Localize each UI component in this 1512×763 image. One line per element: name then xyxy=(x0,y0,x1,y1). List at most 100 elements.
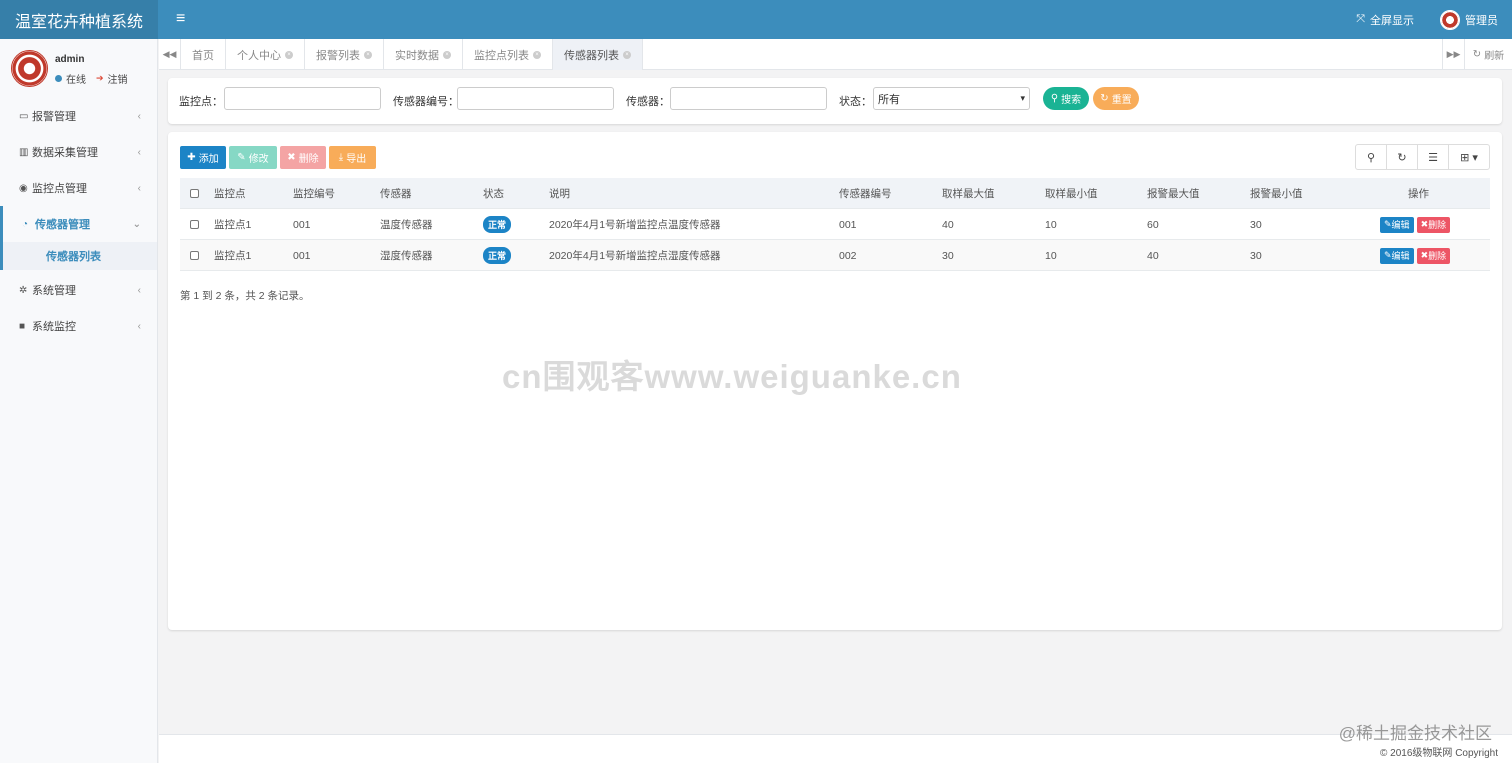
sidebar-item-label: 系统监控 xyxy=(32,321,76,333)
close-icon[interactable]: × xyxy=(533,50,541,59)
row-checkbox[interactable] xyxy=(190,220,199,229)
user-panel: admin 在线 ➔ 注销 xyxy=(0,39,157,97)
table-tools: ⚲ ↻ ☰ ⊞ ▾ xyxy=(1355,144,1490,170)
cell-sensor-no: 001 xyxy=(839,218,857,231)
brand-title: 温室花卉种植系统 xyxy=(0,0,158,39)
close-icon[interactable]: × xyxy=(364,50,372,59)
sidebar-item-monitor-point[interactable]: ◉ 监控点管理 ‹ xyxy=(0,170,157,206)
sidebar-item-label: 数据采集管理 xyxy=(32,147,98,159)
tab-scroll-right-icon[interactable]: ▶▶ xyxy=(1442,39,1464,70)
column-header: 状态 xyxy=(483,188,504,200)
sensor-label: 传感器： xyxy=(626,96,670,108)
chevron-left-icon: ‹ xyxy=(137,284,141,296)
select-all-checkbox[interactable] xyxy=(190,189,199,198)
sidebar-subitem-sensor-list[interactable]: 传感器列表 xyxy=(0,242,157,270)
close-icon[interactable]: × xyxy=(443,50,451,59)
sidebar-item-alarm[interactable]: ▭ 报警管理 ‹ xyxy=(0,98,157,134)
sidebar-item-sensor[interactable]: ◔ 传感器管理 ⌄ xyxy=(0,206,157,242)
toggle-view-icon[interactable]: ☰ xyxy=(1418,145,1449,169)
user-name: admin xyxy=(55,54,85,65)
search-icon: ⚲ xyxy=(1050,93,1059,104)
search-panel: 监控点： 传感器编号： 传感器： 状态： 所有 ▾ ⚲ 搜索 ↻ 重置 xyxy=(168,78,1502,124)
column-header: 取样最大值 xyxy=(942,188,995,200)
search-button[interactable]: ⚲ 搜索 xyxy=(1043,87,1089,110)
column-header: 报警最小值 xyxy=(1250,188,1303,200)
menu-toggle-icon[interactable]: ≡ xyxy=(176,10,185,28)
tab-monitor-point-list[interactable]: 监控点列表 × xyxy=(463,39,553,70)
row-edit-button[interactable]: ✎ 编辑 xyxy=(1380,216,1414,233)
refresh-button[interactable]: ↻ 刷新 xyxy=(1464,39,1512,70)
admin-menu[interactable]: 管理员 xyxy=(1440,9,1498,30)
sensor-no-label: 传感器编号： xyxy=(393,96,459,108)
tab-profile[interactable]: 个人中心 × xyxy=(226,39,305,70)
add-button[interactable]: ✚ 添加 xyxy=(180,146,226,169)
column-header: 操作 xyxy=(1408,188,1429,200)
refresh-icon[interactable]: ↻ xyxy=(1387,145,1418,169)
sidebar: admin 在线 ➔ 注销 ▭ 报警管理 ‹ ▥ 数据采集管理 ‹ ◉ 监控点管… xyxy=(0,39,158,763)
cell-alarm-min: 30 xyxy=(1250,249,1262,262)
edit-icon: ✎ xyxy=(237,152,246,163)
tab-sensor-list[interactable]: 传感器列表 × xyxy=(553,39,643,70)
logout-icon[interactable]: ➔ xyxy=(96,73,104,84)
chevron-down-icon: ⌄ xyxy=(132,218,141,230)
copyright: © 2016级物联网 Copyright xyxy=(1380,748,1498,759)
export-button[interactable]: ⤓ 导出 xyxy=(329,146,376,169)
tab-home[interactable]: 首页 xyxy=(181,39,226,70)
cell-point: 监控点1 xyxy=(214,219,252,231)
point-label: 监控点： xyxy=(179,96,223,108)
fullscreen-button[interactable]: ⤧ 全屏显示 xyxy=(1356,12,1414,28)
gear-icon: ✲ xyxy=(19,284,28,296)
logout-link[interactable]: 注销 xyxy=(108,71,128,86)
user-avatar xyxy=(11,50,48,87)
tab-realtime-data[interactable]: 实时数据 × xyxy=(384,39,463,70)
close-icon: ✖ xyxy=(1420,250,1429,260)
watermark: cn围观客www.weiguanke.cn xyxy=(502,358,962,395)
column-header: 监控点 xyxy=(214,188,246,200)
plus-icon: ✚ xyxy=(187,152,196,163)
column-header: 监控编号 xyxy=(293,188,335,200)
sidebar-item-system[interactable]: ✲ 系统管理 ‹ xyxy=(0,272,157,308)
dashboard-icon: ◔ xyxy=(22,218,29,230)
status-select[interactable]: 所有 ▾ xyxy=(873,87,1030,110)
delete-button[interactable]: ✖ 删除 xyxy=(280,146,326,169)
admin-avatar xyxy=(1440,9,1460,30)
table-row[interactable]: 监控点1 001 温度传感器 正常 2020年4月1号新增监控点温度传感器 00… xyxy=(180,209,1490,240)
close-icon: ✖ xyxy=(287,152,296,163)
cell-code: 001 xyxy=(293,218,311,231)
status-badge: 正常 xyxy=(483,216,512,233)
table-row[interactable]: 监控点1 001 湿度传感器 正常 2020年4月1号新增监控点湿度传感器 00… xyxy=(180,240,1490,271)
edit-icon: ✎ xyxy=(1384,250,1392,260)
point-input[interactable] xyxy=(224,87,381,110)
chevron-left-icon: ‹ xyxy=(137,182,141,194)
sensor-input[interactable] xyxy=(670,87,827,110)
row-delete-button[interactable]: ✖ 删除 xyxy=(1416,247,1451,264)
chevron-down-icon: ▾ xyxy=(1020,93,1025,103)
refresh-icon: ↻ xyxy=(1472,49,1482,60)
status-badge: 正常 xyxy=(483,247,512,264)
fullscreen-label: 全屏显示 xyxy=(1370,14,1414,27)
video-camera-icon: ■ xyxy=(19,320,26,332)
close-icon[interactable]: × xyxy=(623,50,631,59)
bar-chart-icon: ▥ xyxy=(19,146,29,158)
expand-icon: ⤧ xyxy=(1356,13,1365,25)
row-checkbox[interactable] xyxy=(190,251,199,260)
cell-code: 001 xyxy=(293,249,311,262)
cell-sensor: 温度传感器 xyxy=(380,219,433,231)
reset-button[interactable]: ↻ 重置 xyxy=(1093,87,1139,110)
sensor-no-input[interactable] xyxy=(457,87,614,110)
columns-icon[interactable]: ⊞ ▾ xyxy=(1449,145,1489,169)
sidebar-item-label: 报警管理 xyxy=(32,111,76,123)
sidebar-item-system-monitor[interactable]: ■ 系统监控 ‹ xyxy=(0,308,157,344)
sidebar-item-label: 传感器管理 xyxy=(35,219,90,231)
chevron-left-icon: ‹ xyxy=(137,320,141,332)
search-toggle-icon[interactable]: ⚲ xyxy=(1356,145,1387,169)
tab-scroll-left-icon[interactable]: ◀◀ xyxy=(159,39,181,70)
cell-desc: 2020年4月1号新增监控点温度传感器 xyxy=(549,219,721,231)
sidebar-item-data-collection[interactable]: ▥ 数据采集管理 ‹ xyxy=(0,134,157,170)
row-edit-button[interactable]: ✎ 编辑 xyxy=(1380,247,1414,264)
close-icon[interactable]: × xyxy=(285,50,293,59)
row-delete-button[interactable]: ✖ 删除 xyxy=(1416,216,1451,233)
tab-alarm-list[interactable]: 报警列表 × xyxy=(305,39,384,70)
cell-alarm-max: 60 xyxy=(1147,218,1159,231)
edit-button[interactable]: ✎ 修改 xyxy=(229,146,277,169)
